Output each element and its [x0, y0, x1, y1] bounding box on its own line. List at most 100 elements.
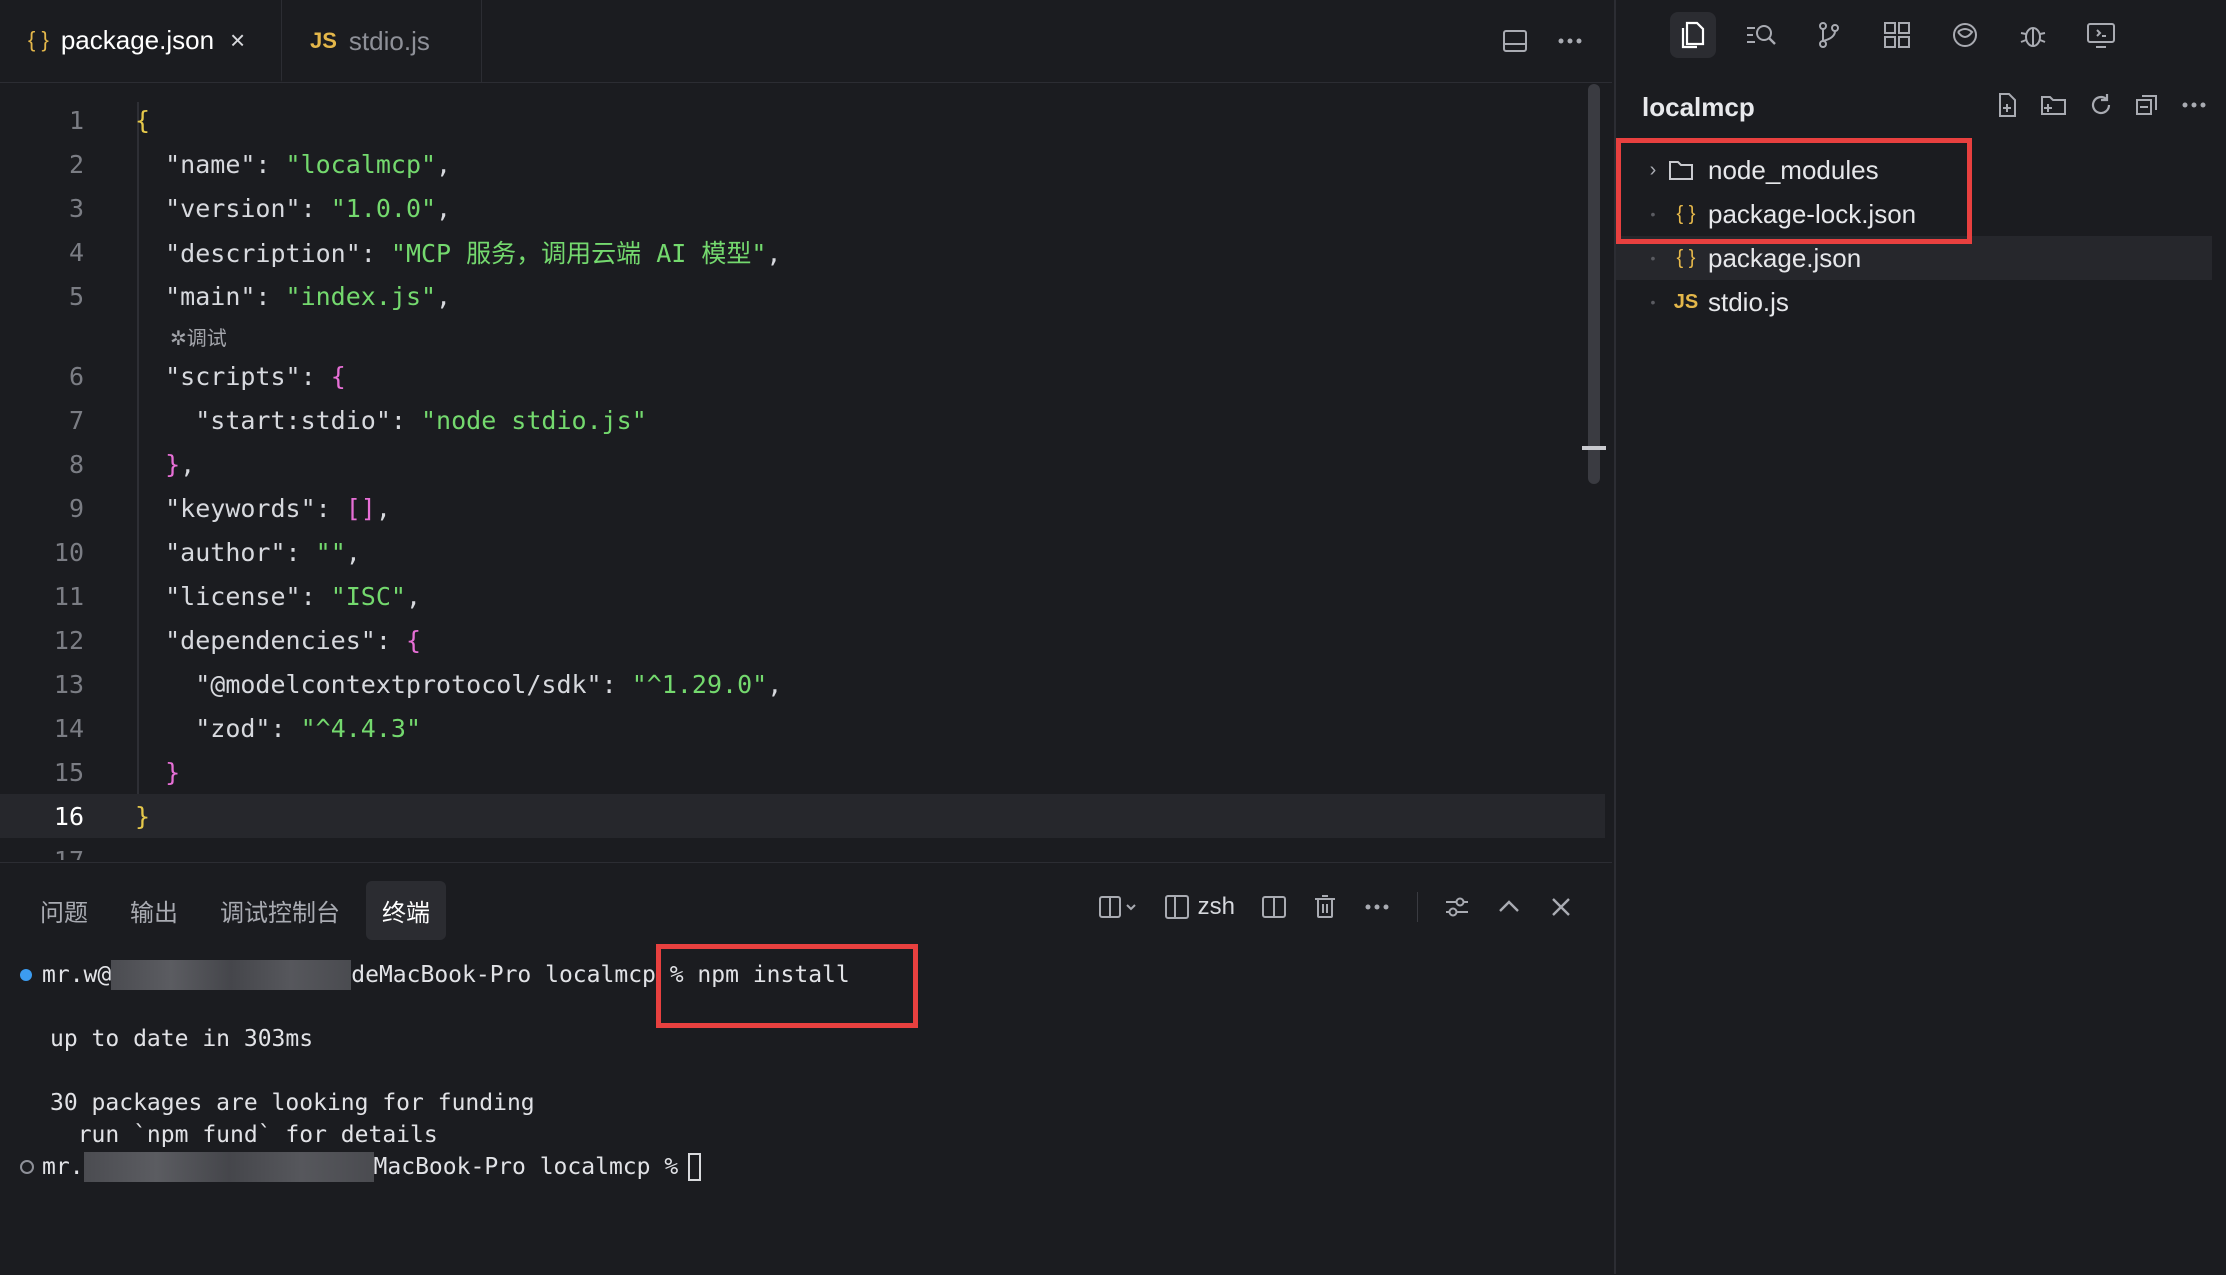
code-line: 7 "start:stdio": "node stdio.js"	[0, 398, 1605, 442]
code-token: "zod"	[195, 713, 271, 743]
bottom-panel: 问题 输出 调试控制台 终端 zsh mr.w@ deMacBook-Pro l…	[0, 862, 1612, 1275]
line-number: 16	[53, 801, 84, 831]
json-braces-icon: { }	[28, 27, 49, 52]
explorer-files-icon[interactable]	[1670, 12, 1716, 58]
code-token: }	[165, 757, 181, 787]
code-line: 15 }	[0, 750, 1605, 794]
line-number: 9	[68, 493, 84, 523]
tab-label: stdio.js	[348, 25, 430, 56]
code-token: "scripts"	[165, 361, 301, 391]
code-line: 4 "description": "MCP 服务，调用云端 AI 模型",	[0, 230, 1605, 274]
settings-sliders-icon[interactable]	[1444, 894, 1470, 920]
command-pending-dot-icon	[20, 1160, 34, 1174]
new-file-icon[interactable]	[1994, 92, 2020, 118]
code-token: "node stdio.js"	[421, 405, 647, 435]
more-actions-icon[interactable]	[1363, 894, 1391, 920]
json-braces-icon: { }	[1676, 246, 1696, 269]
code-token: "localmcp"	[285, 149, 437, 179]
code-token: "version"	[165, 193, 301, 223]
highlight-box-command	[656, 944, 918, 1028]
tree-item-stdio-js[interactable]: • JS stdio.js	[1616, 280, 2212, 324]
code-line: 13 "@modelcontextprotocol/sdk": "^1.29.0…	[0, 662, 1605, 706]
close-panel-icon[interactable]	[1548, 894, 1574, 920]
refresh-icon[interactable]	[2088, 92, 2114, 118]
tab-terminal[interactable]: 终端	[366, 881, 446, 940]
tab-output[interactable]: 输出	[114, 881, 194, 940]
code-token: "index.js"	[285, 281, 437, 311]
code-token: }	[165, 449, 181, 479]
line-number: 7	[68, 405, 84, 435]
more-actions-icon[interactable]	[2180, 92, 2208, 118]
panel-tabs: 问题 输出 调试控制台 终端	[24, 881, 446, 940]
prompt-text: mr.	[42, 1154, 84, 1180]
tab-stdio-js[interactable]: JS stdio.js	[282, 0, 482, 82]
code-token: "description"	[165, 239, 361, 268]
tree-item-label: stdio.js	[1708, 286, 1789, 317]
panel-actions: zsh	[1098, 881, 1574, 933]
editor-scrollbar[interactable]	[1588, 84, 1600, 484]
source-control-icon[interactable]	[1806, 12, 1852, 58]
tab-debug-console[interactable]: 调试控制台	[204, 881, 356, 940]
maximize-panel-icon[interactable]	[1496, 894, 1522, 920]
more-actions-icon[interactable]	[1556, 28, 1584, 54]
prompt-text: mr.w@	[42, 962, 112, 988]
code-line: 6 "scripts": {	[0, 354, 1605, 398]
code-token: "^4.4.3"	[300, 713, 422, 743]
command-success-dot-icon	[20, 969, 32, 981]
tab-package-json[interactable]: { } package.json ×	[0, 0, 282, 82]
terminal-line: up to date in 303ms	[50, 1026, 314, 1052]
terminal-icon	[1164, 895, 1189, 919]
line-number: 1	[68, 105, 84, 135]
scrollbar-cursor-marker	[1582, 446, 1606, 450]
search-icon[interactable]	[1738, 12, 1784, 58]
new-terminal-layout-icon[interactable]	[1098, 894, 1138, 920]
code-token: ""	[315, 537, 346, 567]
terminal-line: 30 packages are looking for funding	[50, 1090, 535, 1116]
code-token: []	[345, 493, 376, 523]
prompt-text: MacBook-Pro localmcp %	[373, 1154, 679, 1180]
collapse-all-icon[interactable]	[2134, 92, 2160, 118]
code-line: 3 "version": "1.0.0",	[0, 186, 1605, 230]
line-number: 2	[68, 149, 84, 179]
split-terminal-icon[interactable]	[1261, 894, 1287, 920]
shell-label: zsh	[1197, 893, 1235, 920]
line-number: 11	[53, 581, 84, 611]
debug-bug-icon[interactable]	[2010, 12, 2056, 58]
code-line: 9 "keywords": [],	[0, 486, 1605, 530]
prompt-text: deMacBook-Pro localmcp	[351, 962, 656, 988]
code-line: 14 "zod": "^4.4.3"	[0, 706, 1605, 750]
line-number: 8	[68, 449, 84, 479]
line-number: 3	[68, 193, 84, 223]
tree-item-label: package.json	[1708, 242, 1862, 273]
code-token: {	[405, 625, 421, 655]
terminal-cursor	[688, 1153, 702, 1181]
code-line: 2 "name": "localmcp",	[0, 142, 1605, 186]
close-icon[interactable]: ×	[230, 25, 245, 56]
line-number: 6	[68, 361, 84, 391]
ai-assistant-icon[interactable]	[1942, 12, 1988, 58]
new-folder-icon[interactable]	[2040, 92, 2068, 118]
code-line: 17	[0, 838, 1605, 861]
code-token: {	[330, 361, 346, 391]
highlight-box-installed-files	[1616, 138, 1972, 244]
editor-group: { } package.json × JS stdio.js 1 { 2 "na…	[0, 0, 1612, 860]
code-line: 1 {	[0, 98, 1605, 142]
extensions-grid-icon[interactable]	[1874, 12, 1920, 58]
code-line: 5 "main": "index.js",	[0, 274, 1605, 318]
terminal-output[interactable]: mr.w@ deMacBook-Pro localmcp % npm instal…	[20, 959, 850, 1182]
code-token: "@modelcontextprotocol/sdk"	[195, 669, 602, 699]
explorer-folder-title[interactable]: localmcp	[1642, 92, 1755, 123]
code-editor[interactable]: 1 { 2 "name": "localmcp", 3 "version": "…	[0, 82, 1605, 860]
code-token: "MCP 服务，调用云端 AI 模型"	[390, 239, 767, 268]
code-line-current: 16 }	[0, 794, 1605, 838]
tab-problems[interactable]: 问题	[24, 881, 104, 940]
activity-bar	[1616, 0, 2226, 70]
trash-icon[interactable]	[1313, 894, 1337, 920]
code-token: "keywords"	[165, 493, 316, 523]
code-token: "^1.29.0"	[631, 669, 768, 699]
terminal-line: mr. MacBook-Pro localmcp %	[20, 1151, 702, 1183]
remote-explorer-icon[interactable]	[2078, 12, 2124, 58]
terminal-shell-selector[interactable]: zsh	[1164, 893, 1235, 921]
debug-codelens[interactable]: ✲调试	[170, 322, 227, 351]
toggle-panel-icon[interactable]	[1502, 28, 1528, 54]
